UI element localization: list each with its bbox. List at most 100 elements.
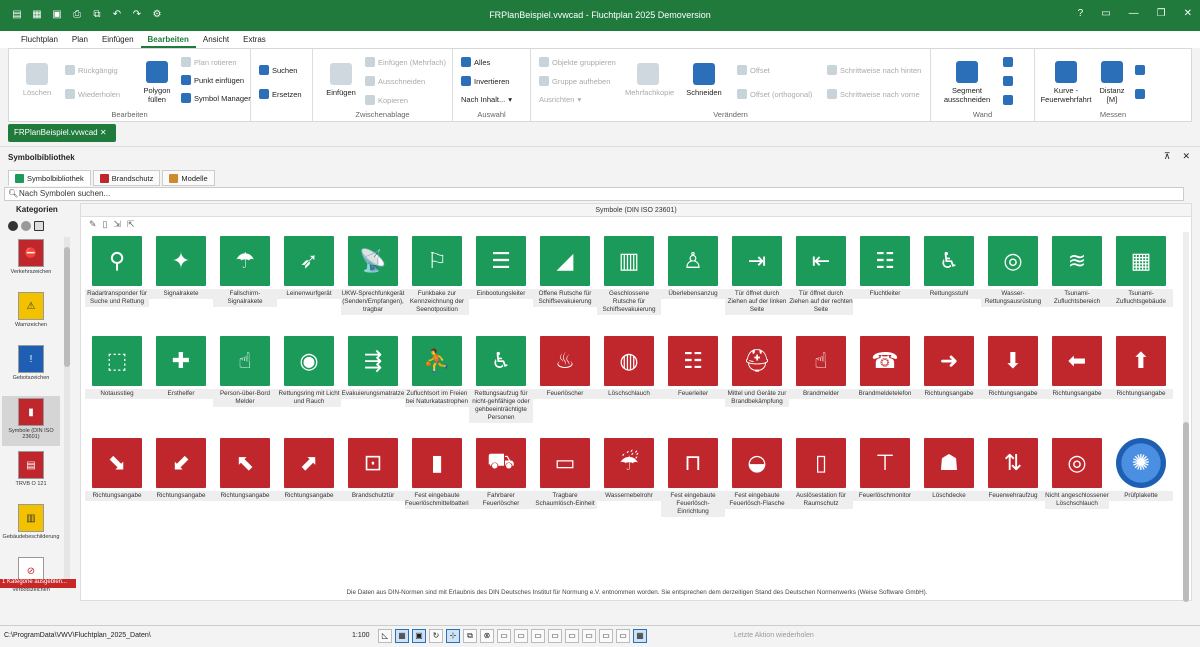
- delete-button[interactable]: Löschen: [17, 63, 57, 97]
- offset-button[interactable]: Offset: [737, 65, 770, 75]
- symbol-item[interactable]: ⚲ Radartransponder für Suche und Rettung: [85, 236, 149, 307]
- symbol-item[interactable]: ⬇ Richtungsangabe: [981, 336, 1045, 399]
- symbol-item[interactable]: ⬆ Richtungsangabe: [1109, 336, 1173, 399]
- paste-multi-button[interactable]: Einfügen (Mehrfach): [365, 57, 446, 67]
- symbol-item[interactable]: ⬈ Richtungsangabe: [277, 438, 341, 501]
- symbol-item[interactable]: ⬉ Richtungsangabe: [213, 438, 277, 501]
- category-scrollbar[interactable]: [64, 237, 70, 585]
- menu-extras[interactable]: Extras: [236, 31, 273, 48]
- by-content-dropdown[interactable]: Nach Inhalt... ▾: [461, 95, 512, 104]
- category-item[interactable]: ⛔ Verkehrszeichen: [2, 237, 60, 287]
- repeat-last-action[interactable]: Letzte Aktion wiederholen: [734, 632, 814, 639]
- step-back-button[interactable]: Schrittweise nach hinten: [827, 65, 921, 75]
- symbol-item[interactable]: ⇅ Feuerwehraufzug: [981, 438, 1045, 501]
- wall-tool-3[interactable]: [1003, 95, 1013, 105]
- symbol-item[interactable]: ▦ Tsunami-Zufluchtsgebäude: [1109, 236, 1173, 307]
- wall-tool-1[interactable]: [1003, 57, 1013, 67]
- minimize-button[interactable]: —: [1129, 8, 1139, 19]
- measure-tool-1[interactable]: [1135, 65, 1145, 75]
- view-1-icon[interactable]: ▭: [497, 629, 511, 643]
- tab-symbolbibliothek[interactable]: Symbolbibliothek: [8, 170, 91, 186]
- symbol-item[interactable]: ⛟ Fahrbarer Feuerlöscher: [469, 438, 533, 509]
- menu-fluchtplan[interactable]: Fluchtplan: [14, 31, 65, 48]
- symbol-item[interactable]: ⊤ Feuerlöschmonitor: [853, 438, 917, 501]
- redo-button[interactable]: Wiederholen: [65, 89, 120, 99]
- plan-rotate-button[interactable]: Plan rotieren: [181, 57, 237, 67]
- symbol-item[interactable]: ⬋ Richtungsangabe: [149, 438, 213, 501]
- symbol-item[interactable]: ✺ Prüfplakette: [1109, 438, 1173, 501]
- symbol-item[interactable]: ♨ Feuerlöscher: [533, 336, 597, 399]
- view-4-icon[interactable]: ▭: [548, 629, 562, 643]
- menu-bearbeiten[interactable]: Bearbeiten: [140, 31, 196, 48]
- close-icon[interactable]: ✕: [1182, 151, 1190, 162]
- scroll-thumb[interactable]: [64, 247, 70, 367]
- category-item[interactable]: ▥ Gebäudebeschilderung: [2, 502, 60, 552]
- trim-button[interactable]: Schneiden: [681, 63, 727, 97]
- scroll-thumb[interactable]: [1183, 422, 1189, 602]
- symbol-item[interactable]: ♿ Rettungsstuhl: [917, 236, 981, 299]
- import-icon[interactable]: ⇲: [114, 219, 122, 229]
- symbol-item[interactable]: ☂ Fallschirm-Signalrakete: [213, 236, 277, 307]
- undo-button[interactable]: Rückgängig: [65, 65, 118, 75]
- symbol-item[interactable]: ☷ Fluchtleiter: [853, 236, 917, 299]
- view-3-icon[interactable]: ▭: [531, 629, 545, 643]
- symbol-item[interactable]: ▮ Fest eingebaute Feuerlöschmittelbatteri…: [405, 438, 472, 509]
- symbol-item[interactable]: ⚐ Funkbake zur Kennzeichnung der Seenotpo…: [405, 236, 469, 315]
- symbol-item[interactable]: ⬊ Richtungsangabe: [85, 438, 149, 501]
- symbol-item[interactable]: ◎ Wasser-Rettungsausrüstung: [981, 236, 1045, 307]
- align-dropdown[interactable]: Ausrichten ▾: [539, 95, 581, 104]
- paste-button[interactable]: Einfügen: [321, 63, 361, 97]
- hidden-category-notice[interactable]: 1 Kategorie ausgeblen...: [0, 579, 76, 588]
- select-all-button[interactable]: Alles: [461, 57, 490, 67]
- tab-brandschutz[interactable]: Brandschutz: [92, 170, 161, 186]
- symbol-search-input[interactable]: 🔍︎ Nach Symbolen suchen...: [4, 187, 1184, 201]
- menu-ansicht[interactable]: Ansicht: [196, 31, 236, 48]
- polygon-fill-button[interactable]: Polygon füllen: [137, 61, 177, 104]
- export-icon[interactable]: ⇱: [127, 219, 135, 229]
- symbol-item[interactable]: ⬅ Richtungsangabe: [1045, 336, 1109, 399]
- symbol-item[interactable]: ⬚ Notausstieg: [85, 336, 149, 399]
- distance-button[interactable]: Distanz [M]: [1097, 61, 1127, 104]
- step-front-button[interactable]: Schrittweise nach vorne: [827, 89, 920, 99]
- zoom-level[interactable]: 1:100: [352, 632, 370, 639]
- symbol-item[interactable]: ☔ Wassernebelrohr: [597, 438, 661, 501]
- symbol-item[interactable]: ≋ Tsunami-Zufluchtsbereich: [1045, 236, 1109, 307]
- symbol-item[interactable]: ✦ Signalrakete: [149, 236, 213, 299]
- snap-icon[interactable]: ▣: [412, 629, 426, 643]
- menu-plan[interactable]: Plan: [65, 31, 95, 48]
- symbol-item[interactable]: ➶ Leinenwurfgerät: [277, 236, 341, 299]
- view-8-icon[interactable]: ▭: [616, 629, 630, 643]
- point-insert-button[interactable]: Punkt einfügen: [181, 75, 244, 85]
- symbol-item[interactable]: ◍ Löschschlauch: [597, 336, 661, 399]
- view-5-icon[interactable]: ▭: [565, 629, 579, 643]
- segment-cut-button[interactable]: Segment ausschneiden: [937, 61, 997, 104]
- category-item[interactable]: ▤ TRVB O 121: [2, 449, 60, 499]
- ortho-icon[interactable]: ◺: [378, 629, 392, 643]
- tab-modelle[interactable]: Modelle: [162, 170, 215, 186]
- category-view-icon[interactable]: [34, 221, 44, 231]
- symbol-item[interactable]: ◢ Offene Rutsche für Schiffsevakuierung: [533, 236, 597, 307]
- symbol-item[interactable]: ⇥ Tür öffnet durch Ziehen auf der linken …: [725, 236, 789, 315]
- symbol-item[interactable]: ⊓ Fest eingebaute Feuerlösch-Einrichtung: [661, 438, 725, 517]
- copy-button[interactable]: Kopieren: [365, 95, 408, 105]
- refresh-icon[interactable]: ↻: [429, 629, 443, 643]
- symbol-item[interactable]: ◎ Nicht angeschlossener Löschschlauch: [1045, 438, 1109, 509]
- symbol-item[interactable]: ▥ Geschlossene Rutsche für Schiffsevakuie…: [597, 236, 661, 315]
- replace-button[interactable]: Ersetzen: [259, 89, 302, 99]
- category-item-selected[interactable]: ▮ Symbole (DIN ISO 23601): [2, 396, 60, 446]
- symbol-item[interactable]: ♿ Rettungsaufzug für nicht-gehfähige oder…: [469, 336, 533, 423]
- symbol-item[interactable]: ☎ Brandmeldetelefon: [853, 336, 917, 399]
- symbol-item[interactable]: 📡 UKW-Sprechfunkgerät (Senden/Empfangen),…: [341, 236, 405, 315]
- symbol-item[interactable]: ☗ Löschdecke: [917, 438, 981, 501]
- category-item[interactable]: ⚠ Warnzeichen: [2, 290, 60, 340]
- symbol-item[interactable]: ⛹ Zufluchtsort im Freien bei Naturkatastr…: [405, 336, 469, 407]
- close-button[interactable]: ✕: [1184, 8, 1192, 19]
- search-button[interactable]: Suchen: [259, 65, 297, 75]
- symbol-item[interactable]: ⇶ Evakuierungsmatratze: [341, 336, 405, 399]
- menu-einfuegen[interactable]: Einfügen: [95, 31, 141, 48]
- invert-button[interactable]: Invertieren: [461, 76, 509, 86]
- symbol-item[interactable]: ☰ Einbootungsleiter: [469, 236, 533, 299]
- symbol-item[interactable]: ♙ Überlebensanzug: [661, 236, 725, 299]
- view-6-icon[interactable]: ▭: [582, 629, 596, 643]
- pin-icon[interactable]: ⊼: [1164, 151, 1171, 162]
